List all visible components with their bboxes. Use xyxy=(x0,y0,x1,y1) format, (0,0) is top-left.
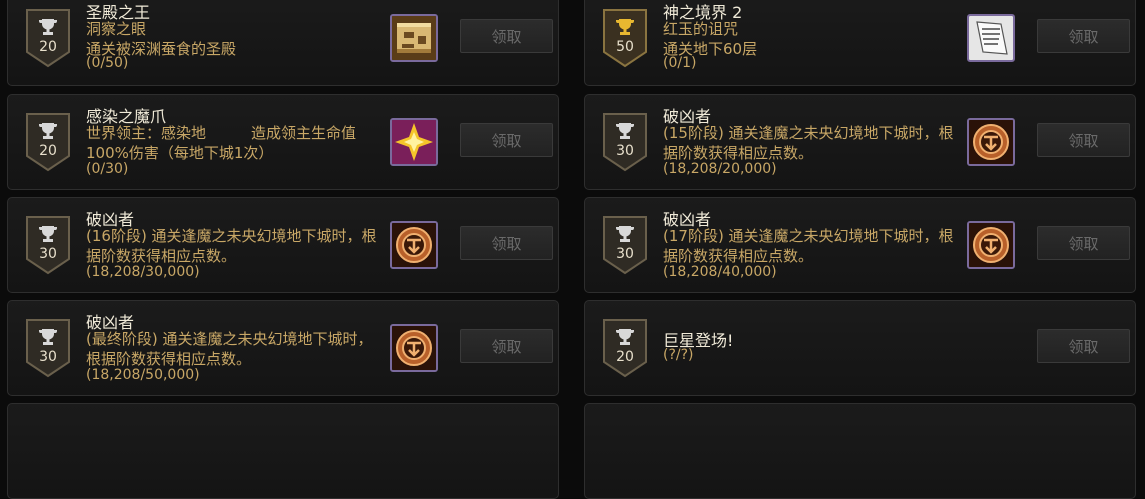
achievement-progress: (18,208/20,000) xyxy=(663,161,777,177)
claim-button[interactable]: 领取 xyxy=(1037,19,1130,53)
emblem-icon xyxy=(969,223,1013,267)
achievement-progress: (0/30) xyxy=(86,161,129,177)
points-badge: 30 xyxy=(602,215,648,275)
claim-button[interactable]: 领取 xyxy=(460,19,553,53)
scroll-map-icon xyxy=(392,16,436,60)
points-value: 30 xyxy=(616,246,634,262)
achievement-description: 洞察之眼 通关被深渊蚕食的圣殿 xyxy=(86,20,237,58)
achievement-card: 30 破凶者 (17阶段) 通关逢魔之未央幻境地下城时，根据阶数获得相应点数。 (18… xyxy=(584,197,1136,293)
achievement-progress: (18,208/40,000) xyxy=(663,264,777,280)
points-value: 20 xyxy=(39,143,57,159)
points-value: 50 xyxy=(616,39,634,55)
achievement-description: (15阶段) 通关逢魔之未央幻境地下城时，根据阶数获得相应点数。 xyxy=(663,124,954,162)
achievement-description: (最终阶段) 通关逢魔之未央幻境地下城时，根据阶数获得相应点数。 xyxy=(86,330,373,368)
achievement-card: 50 神之境界 2 红玉的诅咒 通关地下60层 (0/1) 领取 xyxy=(584,0,1136,86)
scroll-paper-icon xyxy=(969,16,1013,60)
claim-button[interactable]: 领取 xyxy=(460,123,553,157)
achievement-card: 20 感染之魔爪 世界领主：感染地 造成领主生命值100%伤害（每地下城1次） (0/… xyxy=(7,94,559,190)
achievement-description: (17阶段) 通关逢魔之未央幻境地下城时，根据阶数获得相应点数。 xyxy=(663,227,954,265)
reward-item[interactable] xyxy=(967,118,1015,166)
achievement-description: 红玉的诅咒 通关地下60层 xyxy=(663,20,758,58)
achievement-card: 30 破凶者 (最终阶段) 通关逢魔之未央幻境地下城时，根据阶数获得相应点数。 (18… xyxy=(7,300,559,396)
points-badge: 20 xyxy=(25,8,71,68)
achievement-card: 20 圣殿之王 洞察之眼 通关被深渊蚕食的圣殿 (0/50) 领取 xyxy=(7,0,559,86)
points-value: 20 xyxy=(39,39,57,55)
claim-button[interactable]: 领取 xyxy=(460,329,553,363)
reward-item[interactable] xyxy=(967,14,1015,62)
emblem-icon xyxy=(392,223,436,267)
claim-button[interactable]: 领取 xyxy=(460,226,553,260)
achievement-card: 30 破凶者 (15阶段) 通关逢魔之未央幻境地下城时，根据阶数获得相应点数。 (18… xyxy=(584,94,1136,190)
points-badge: 30 xyxy=(25,215,71,275)
points-badge: 30 xyxy=(602,112,648,172)
points-badge: 20 xyxy=(25,112,71,172)
points-value: 30 xyxy=(39,349,57,365)
claim-button[interactable]: 领取 xyxy=(1037,123,1130,157)
points-badge: 50 xyxy=(602,8,648,68)
achievement-progress: (0/50) xyxy=(86,55,129,71)
claim-button[interactable]: 领取 xyxy=(1037,226,1130,260)
reward-item[interactable] xyxy=(390,324,438,372)
achievement-description: (16阶段) 通关逢魔之未央幻境地下城时，根据阶数获得相应点数。 xyxy=(86,227,377,265)
emblem-icon xyxy=(392,326,436,370)
points-badge: 20 xyxy=(602,318,648,378)
achievement-card: 30 破凶者 (16阶段) 通关逢魔之未央幻境地下城时，根据阶数获得相应点数。 (18… xyxy=(7,197,559,293)
reward-item[interactable] xyxy=(390,221,438,269)
star-burst-icon xyxy=(392,120,436,164)
points-value: 30 xyxy=(616,143,634,159)
points-badge: 30 xyxy=(25,318,71,378)
achievement-card-partial xyxy=(7,403,559,499)
claim-button[interactable]: 领取 xyxy=(1037,329,1130,363)
achievement-description: 世界领主：感染地 造成领主生命值100%伤害（每地下城1次） xyxy=(86,124,357,162)
reward-item[interactable] xyxy=(390,14,438,62)
emblem-icon xyxy=(969,120,1013,164)
reward-item[interactable] xyxy=(390,118,438,166)
points-value: 20 xyxy=(616,349,634,365)
achievement-progress: (18,208/30,000) xyxy=(86,264,200,280)
achievement-card-partial xyxy=(584,403,1136,499)
reward-item[interactable] xyxy=(967,221,1015,269)
achievement-progress: (18,208/50,000) xyxy=(86,367,200,383)
achievement-progress: (0/1) xyxy=(663,55,697,71)
achievement-progress: (?/?) xyxy=(663,347,694,363)
points-value: 30 xyxy=(39,246,57,262)
achievement-card: 20 巨星登场! (?/?) 领取 xyxy=(584,300,1136,396)
